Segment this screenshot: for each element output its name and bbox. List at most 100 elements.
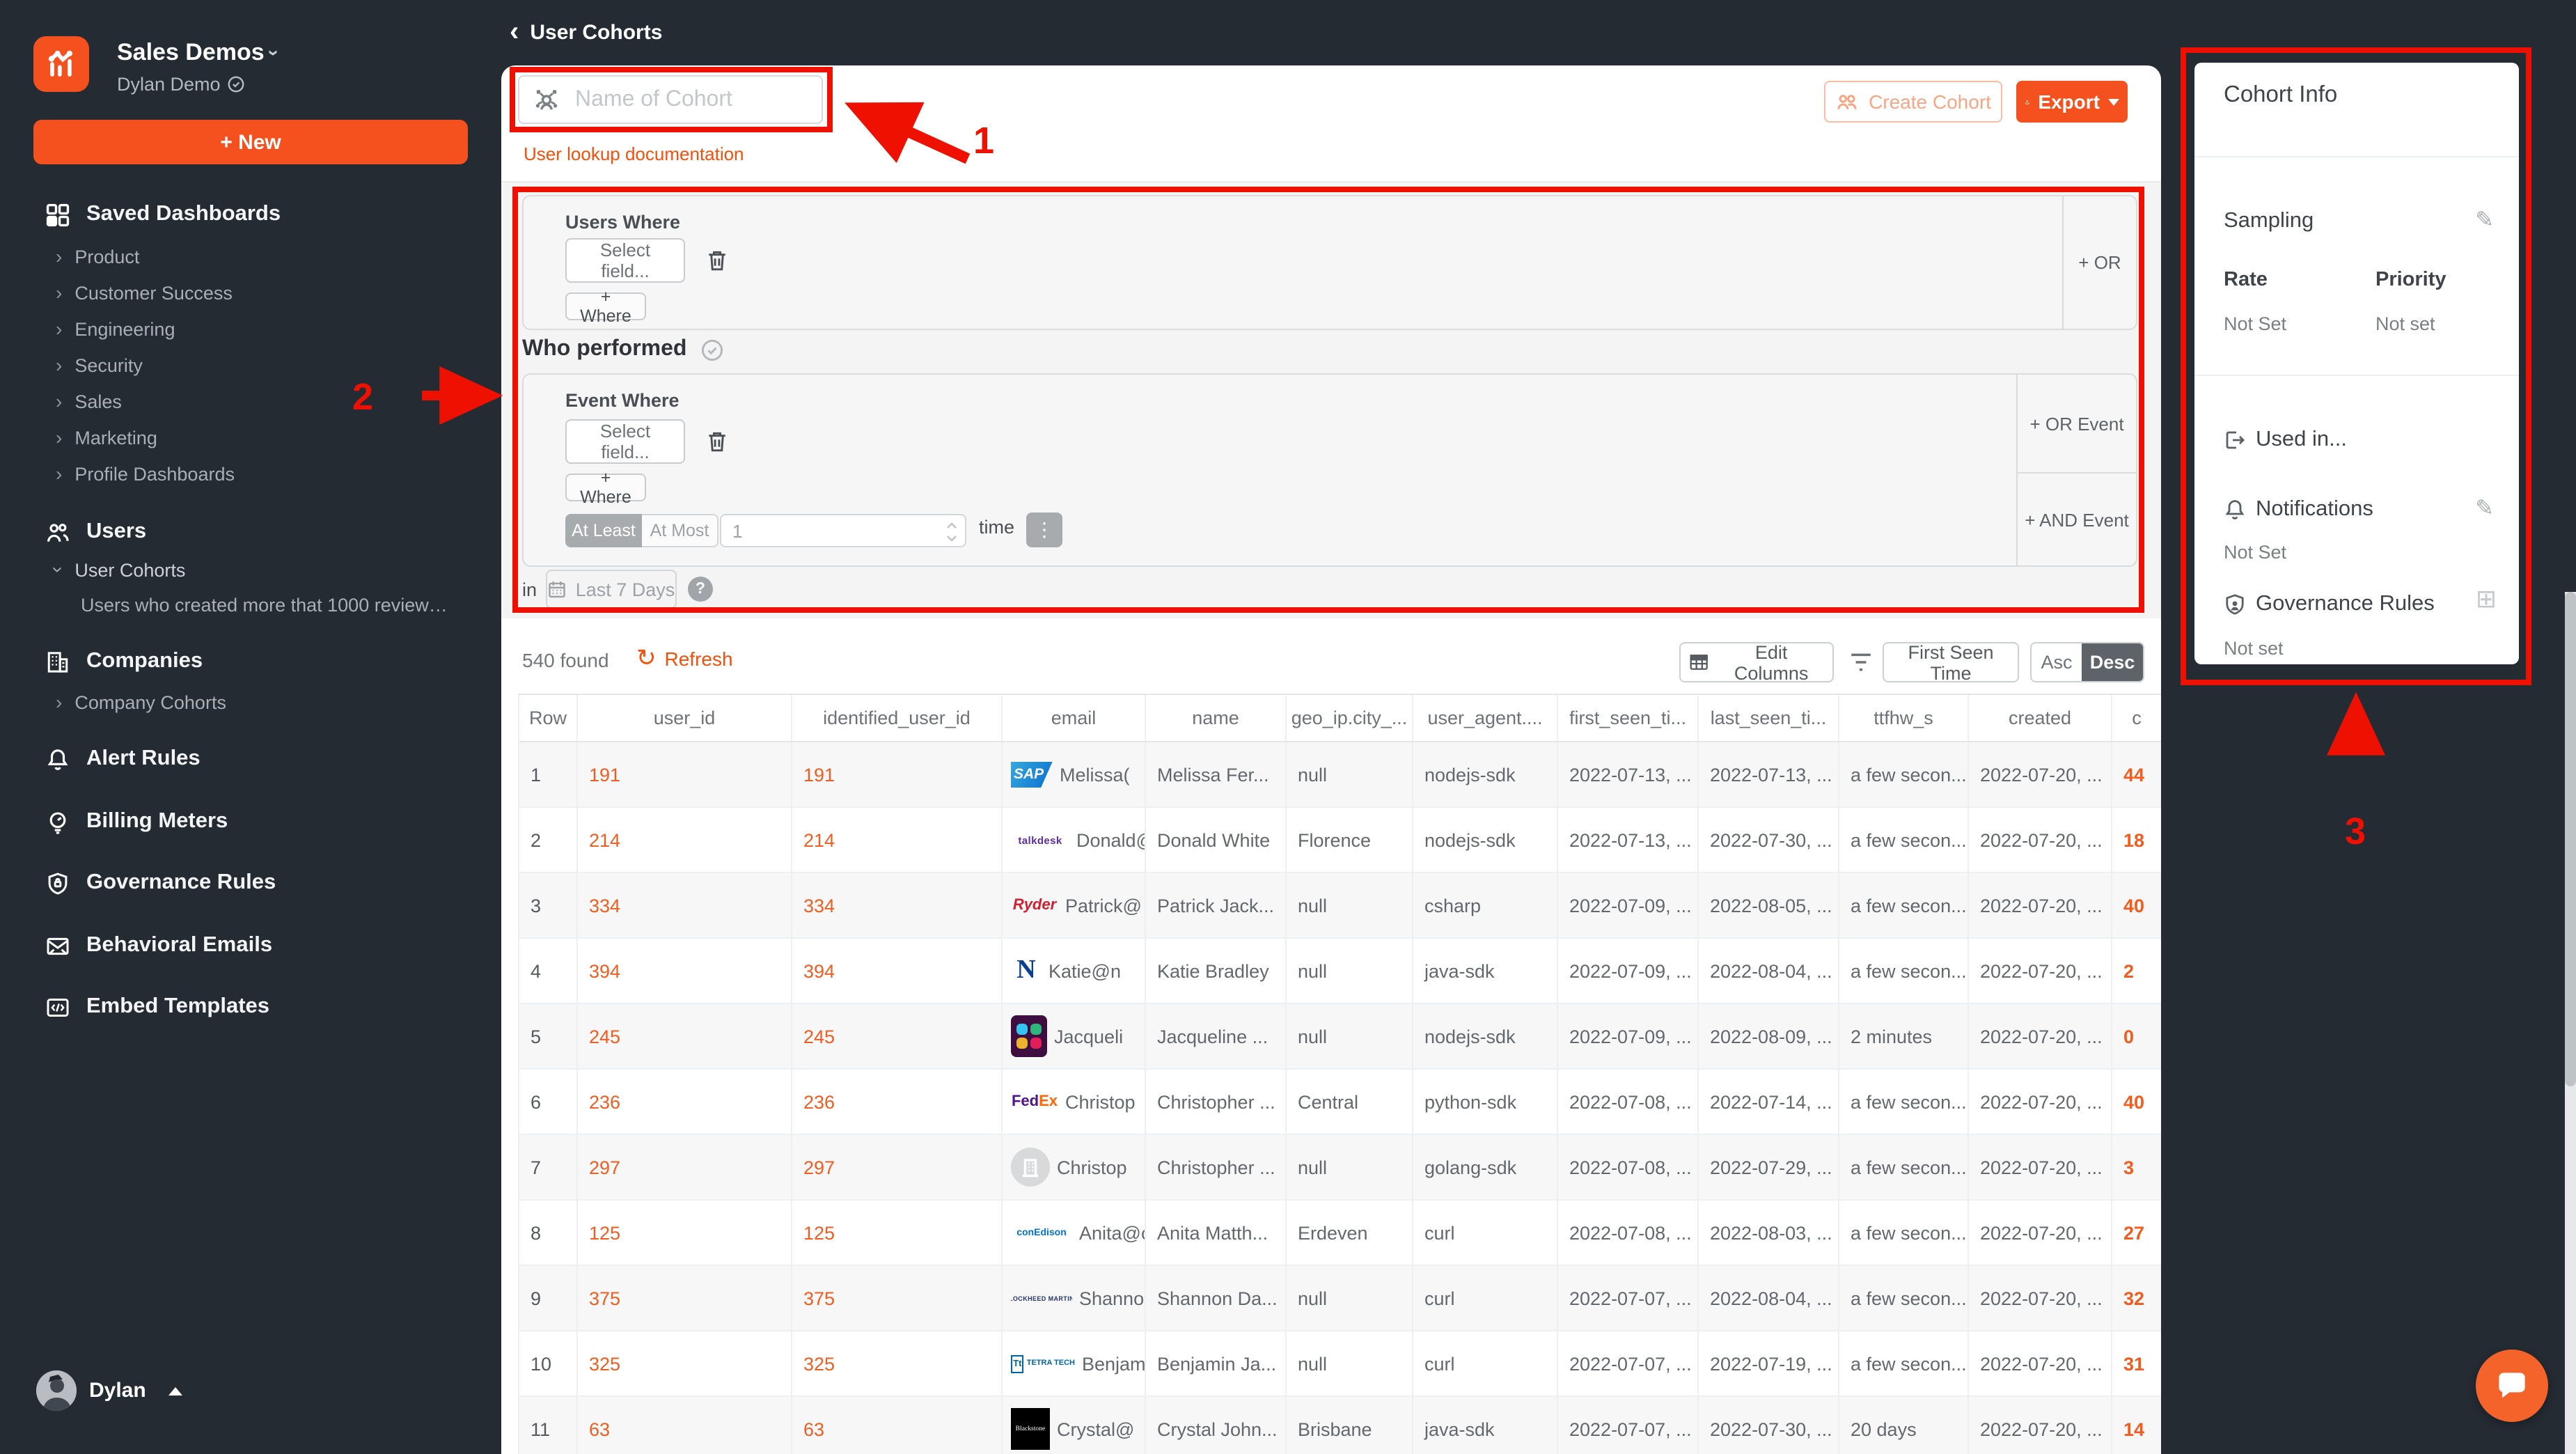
sidebar-section-saved-dashboards[interactable]: Saved Dashboards: [0, 196, 501, 233]
table-row[interactable]: 9375375LOCKHEED MARTINShannonShannon Da.…: [519, 1266, 2161, 1331]
column-header-city[interactable]: geo_ip.city_...: [1287, 695, 1413, 741]
moesif-logo[interactable]: [33, 36, 89, 92]
column-header-user_id[interactable]: user_id: [578, 695, 792, 741]
workspace-switcher[interactable]: Sales Demos ›: [117, 39, 278, 67]
table-row[interactable]: 2214214talkdeskDonald@Donald WhiteFloren…: [519, 808, 2161, 873]
sidebar-item-profile-dashboards[interactable]: ›Profile Dashboards: [0, 455, 501, 492]
cell-user_id[interactable]: 214: [578, 808, 792, 872]
sidebar-section-governance-rules[interactable]: Governance Rules: [0, 865, 501, 901]
sidebar-section-alert-rules[interactable]: Alert Rules: [0, 741, 501, 777]
sidebar-item-saved-cohort[interactable]: Users who created more that 1000 review…: [81, 588, 485, 624]
cell-user_id[interactable]: 334: [578, 873, 792, 937]
cell-user_id[interactable]: 191: [578, 742, 792, 806]
cell-identified_user_id[interactable]: 63: [792, 1397, 1003, 1454]
used-in-link[interactable]: Used in...: [2224, 428, 2347, 453]
cell-user_id[interactable]: 245: [578, 1004, 792, 1068]
create-cohort-button[interactable]: Create Cohort: [1824, 81, 2002, 123]
cell-user_id[interactable]: 375: [578, 1266, 792, 1330]
table-row[interactable]: 4394394NKatie@nKatie Bradleynulljava-sdk…: [519, 939, 2161, 1004]
asc-toggle[interactable]: Asc: [2032, 643, 2082, 681]
column-header-identified_user_id[interactable]: identified_user_id: [792, 695, 1003, 741]
cell-identified_user_id[interactable]: 394: [792, 939, 1003, 1003]
table-row[interactable]: 10325325TtTETRA TECHBenjaminBenjamin Ja.…: [519, 1331, 2161, 1397]
page-scrollbar-thumb[interactable]: [2565, 592, 2576, 1086]
stepper-arrows-icon[interactable]: [945, 518, 958, 546]
column-header-agent[interactable]: user_agent....: [1413, 695, 1558, 741]
edit-notifications-icon[interactable]: ✎: [2475, 494, 2494, 522]
count-input[interactable]: [721, 519, 916, 542]
cell-user_id[interactable]: 297: [578, 1135, 792, 1199]
at-most-toggle[interactable]: At Most: [642, 514, 718, 547]
column-header-extra[interactable]: c: [2112, 695, 2161, 741]
column-header-created[interactable]: created: [1969, 695, 2112, 741]
select-field-button[interactable]: Select field...: [565, 238, 685, 283]
cell-identified_user_id[interactable]: 325: [792, 1331, 1003, 1396]
edit-columns-button[interactable]: Edit Columns: [1679, 642, 1834, 682]
help-icon[interactable]: ?: [688, 577, 713, 602]
add-event-where-button[interactable]: + Where: [565, 474, 646, 501]
cell-identified_user_id[interactable]: 125: [792, 1201, 1003, 1265]
sidebar-item-product[interactable]: ›Product: [0, 238, 501, 274]
sidebar-item-user-cohorts[interactable]: › User Cohorts: [0, 552, 557, 588]
cohort-name-input[interactable]: [572, 86, 801, 114]
check-circle-icon[interactable]: [700, 338, 724, 361]
cell-identified_user_id[interactable]: 191: [792, 742, 1003, 806]
cell-identified_user_id[interactable]: 375: [792, 1266, 1003, 1330]
count-stepper[interactable]: [720, 514, 966, 547]
at-least-toggle[interactable]: At Least: [565, 514, 642, 547]
sidebar-item-engineering[interactable]: ›Engineering: [0, 311, 501, 347]
workspace-project[interactable]: Dylan Demo: [117, 74, 246, 95]
edit-sampling-icon[interactable]: ✎: [2475, 206, 2494, 234]
export-button[interactable]: Export: [2016, 81, 2128, 123]
table-row[interactable]: 3334334RyderPatrick@Patrick Jack...nullc…: [519, 873, 2161, 939]
chat-widget-button[interactable]: [2476, 1350, 2548, 1422]
add-and-event-button[interactable]: + AND Event: [2016, 472, 2136, 565]
select-event-field-button[interactable]: Select field...: [565, 419, 685, 464]
sidebar-section-users[interactable]: Users: [0, 514, 501, 550]
sort-field-button[interactable]: First Seen Time: [1883, 642, 2019, 682]
table-row[interactable]: 8125125conEdisonAnita@cAnita Matth...Erd…: [519, 1201, 2161, 1266]
sidebar-section-companies[interactable]: Companies: [0, 643, 501, 680]
sidebar-item-customer-success[interactable]: ›Customer Success: [0, 274, 501, 311]
cell-identified_user_id[interactable]: 236: [792, 1070, 1003, 1134]
cohort-name-field[interactable]: [518, 75, 823, 124]
trash-icon[interactable]: [705, 429, 730, 454]
add-governance-icon[interactable]: ⊞: [2476, 585, 2497, 614]
table-row[interactable]: 116363BlackstoneCrystal@Crystal John...B…: [519, 1397, 2161, 1454]
cell-user_id[interactable]: 236: [578, 1070, 792, 1134]
column-header-first_seen[interactable]: first_seen_ti...: [1558, 695, 1699, 741]
add-where-button[interactable]: + Where: [565, 292, 646, 320]
cell-user_id[interactable]: 325: [578, 1331, 792, 1396]
sidebar-section-embed-templates[interactable]: Embed Templates: [0, 989, 501, 1025]
cell-identified_user_id[interactable]: 297: [792, 1135, 1003, 1199]
sidebar-item-sales[interactable]: ›Sales: [0, 383, 501, 419]
date-range-button[interactable]: Last 7 Days: [546, 570, 677, 609]
sidebar-section-behavioral-emails[interactable]: Behavioral Emails: [0, 928, 501, 964]
cell-user_id[interactable]: 63: [578, 1397, 792, 1454]
cell-identified_user_id[interactable]: 245: [792, 1004, 1003, 1068]
column-header-name[interactable]: name: [1146, 695, 1287, 741]
kebab-menu-button[interactable]: ⋮: [1026, 513, 1062, 547]
table-row[interactable]: 5245245JacqueliJacqueline ...nullnodejs-…: [519, 1004, 2161, 1070]
sidebar-item-marketing[interactable]: ›Marketing: [0, 419, 501, 455]
user-menu[interactable]: Dylan: [36, 1370, 182, 1411]
cell-user_id[interactable]: 125: [578, 1201, 792, 1265]
sidebar-item-company-cohorts[interactable]: › Company Cohorts: [0, 684, 557, 720]
column-header-last_seen[interactable]: last_seen_ti...: [1699, 695, 1839, 741]
refresh-button[interactable]: ↻ Refresh: [636, 646, 733, 670]
desc-toggle[interactable]: Desc: [2082, 643, 2143, 681]
back-navigation[interactable]: ‹ User Cohorts: [510, 18, 662, 46]
table-row[interactable]: 6236236FedExChristopChristopher ...Centr…: [519, 1070, 2161, 1135]
doc-link[interactable]: User lookup documentation: [524, 143, 744, 164]
sidebar-section-billing-meters[interactable]: Billing Meters: [0, 804, 501, 840]
trash-icon[interactable]: [705, 248, 730, 273]
filter-icon[interactable]: [1849, 652, 1873, 673]
column-header-email[interactable]: email: [1003, 695, 1146, 741]
new-button[interactable]: + New: [33, 120, 468, 164]
table-row[interactable]: 1191191SAPMelissa(Melissa Fer...nullnode…: [519, 742, 2161, 808]
add-or-button[interactable]: + OR: [2062, 196, 2136, 329]
cell-identified_user_id[interactable]: 214: [792, 808, 1003, 872]
cell-user_id[interactable]: 394: [578, 939, 792, 1003]
column-header-row[interactable]: Row: [519, 695, 578, 741]
cell-identified_user_id[interactable]: 334: [792, 873, 1003, 937]
